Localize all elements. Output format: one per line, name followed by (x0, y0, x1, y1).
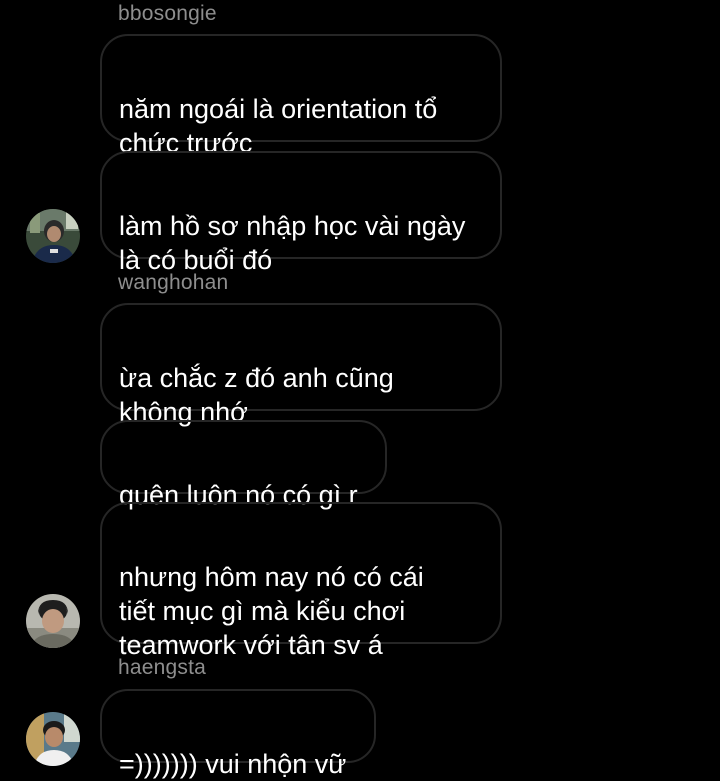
message-bubble[interactable]: nhưng hôm nay nó có cái tiết mục gì mà k… (100, 502, 502, 660)
message-text: nhưng hôm nay nó có cái tiết mục gì mà k… (119, 562, 424, 660)
sender-name[interactable]: wanghohan (118, 271, 228, 295)
message-bubble[interactable]: làm hồ sơ nhập học vài ngày là có buổi đ… (100, 151, 502, 275)
sender-name[interactable]: bbosongie (118, 2, 217, 26)
message-text: =))))))) vui nhộn vữ (119, 749, 347, 779)
message-text: năm ngoái là orientation tổ chức trước (119, 94, 438, 158)
message-bubble[interactable]: năm ngoái là orientation tổ chức trước (100, 34, 502, 158)
message-bubble[interactable]: =))))))) vui nhộn vữ (100, 689, 376, 779)
user-avatar-icon[interactable] (26, 712, 80, 766)
sender-name[interactable]: haengsta (118, 656, 206, 680)
message-text: làm hồ sơ nhập học vài ngày là có buổi đ… (119, 211, 466, 275)
message-bubble[interactable]: quên luôn nó có gì r (100, 420, 387, 510)
message-bubble[interactable]: ừa chắc z đó anh cũng không nhớ (100, 303, 502, 427)
message-text: ừa chắc z đó anh cũng không nhớ (119, 363, 394, 427)
user-avatar-icon[interactable] (26, 209, 80, 263)
user-avatar-icon[interactable] (26, 594, 80, 648)
